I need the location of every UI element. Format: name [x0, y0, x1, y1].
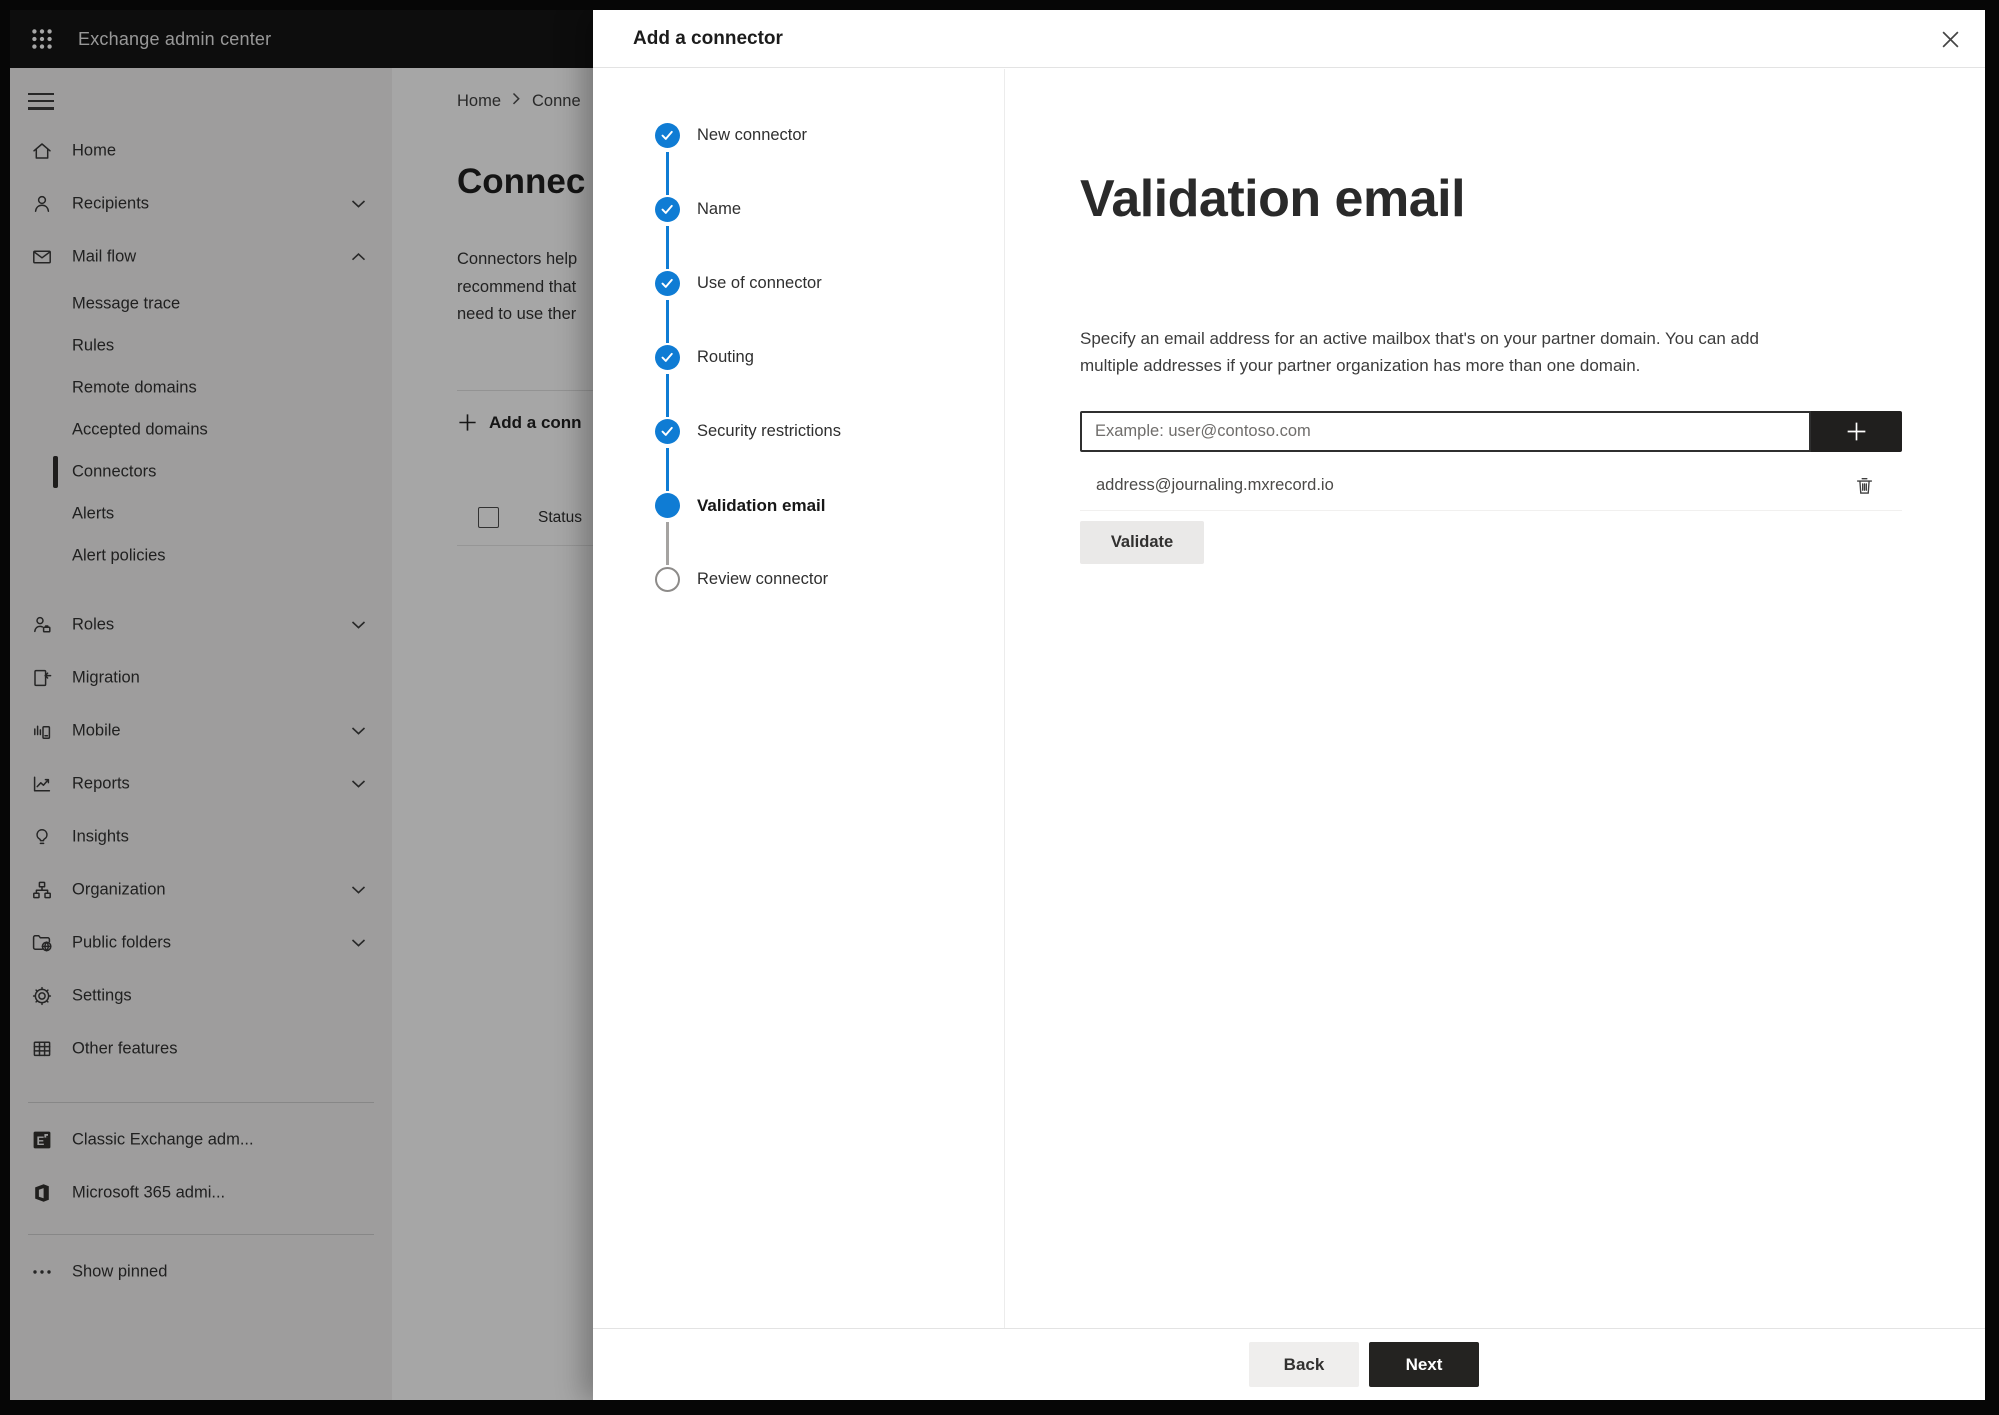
wizard-step-validation-email[interactable]: Validation email — [593, 493, 1004, 567]
wizard-step-name[interactable]: Name — [593, 197, 1004, 271]
step-heading: Validation email — [1080, 170, 1466, 228]
wizard-step-review-connector[interactable]: Review connector — [593, 567, 1004, 641]
screenshot-frame: Exchange admin center Home Recipients Ma… — [0, 0, 1999, 1415]
email-address-row: address@journaling.mxrecord.io — [1080, 461, 1902, 510]
plus-icon — [1844, 419, 1869, 444]
modal-header: Add a connector — [593, 10, 1985, 68]
app-window: Exchange admin center Home Recipients Ma… — [10, 10, 1985, 1400]
divider — [1080, 510, 1902, 511]
step-completed-icon — [655, 123, 680, 148]
step-current-icon — [655, 493, 680, 518]
email-input-row — [1080, 411, 1902, 452]
modal-footer: Back Next — [593, 1328, 1985, 1400]
back-button[interactable]: Back — [1249, 1342, 1359, 1387]
add-email-button[interactable] — [1811, 411, 1902, 452]
close-button[interactable] — [1935, 24, 1965, 54]
step-upcoming-icon — [655, 567, 680, 592]
step-completed-icon — [655, 271, 680, 296]
trash-icon — [1853, 474, 1876, 497]
step-completed-icon — [655, 419, 680, 444]
modal-body: New connector Name Use of connector Rout… — [593, 69, 1985, 1328]
wizard-step-routing[interactable]: Routing — [593, 345, 1004, 419]
wizard-steps-panel: New connector Name Use of connector Rout… — [593, 69, 1005, 1328]
wizard-step-new-connector[interactable]: New connector — [593, 123, 1004, 197]
modal-title: Add a connector — [633, 27, 783, 49]
validation-email-content: Validation email Specify an email addres… — [1005, 69, 1985, 1328]
step-description: Specify an email address for an active m… — [1080, 329, 1759, 375]
step-completed-icon — [655, 197, 680, 222]
email-address: address@journaling.mxrecord.io — [1096, 476, 1334, 494]
next-button[interactable]: Next — [1369, 1342, 1479, 1387]
add-connector-modal: Add a connector New connector Name Use o… — [593, 10, 1985, 1400]
email-input[interactable] — [1080, 411, 1811, 452]
delete-address-button[interactable] — [1853, 474, 1876, 497]
wizard-step-use-of-connector[interactable]: Use of connector — [593, 271, 1004, 345]
wizard-step-security-restrictions[interactable]: Security restrictions — [593, 419, 1004, 493]
validate-button[interactable]: Validate — [1080, 521, 1204, 564]
close-icon — [1941, 30, 1960, 49]
step-completed-icon — [655, 345, 680, 370]
